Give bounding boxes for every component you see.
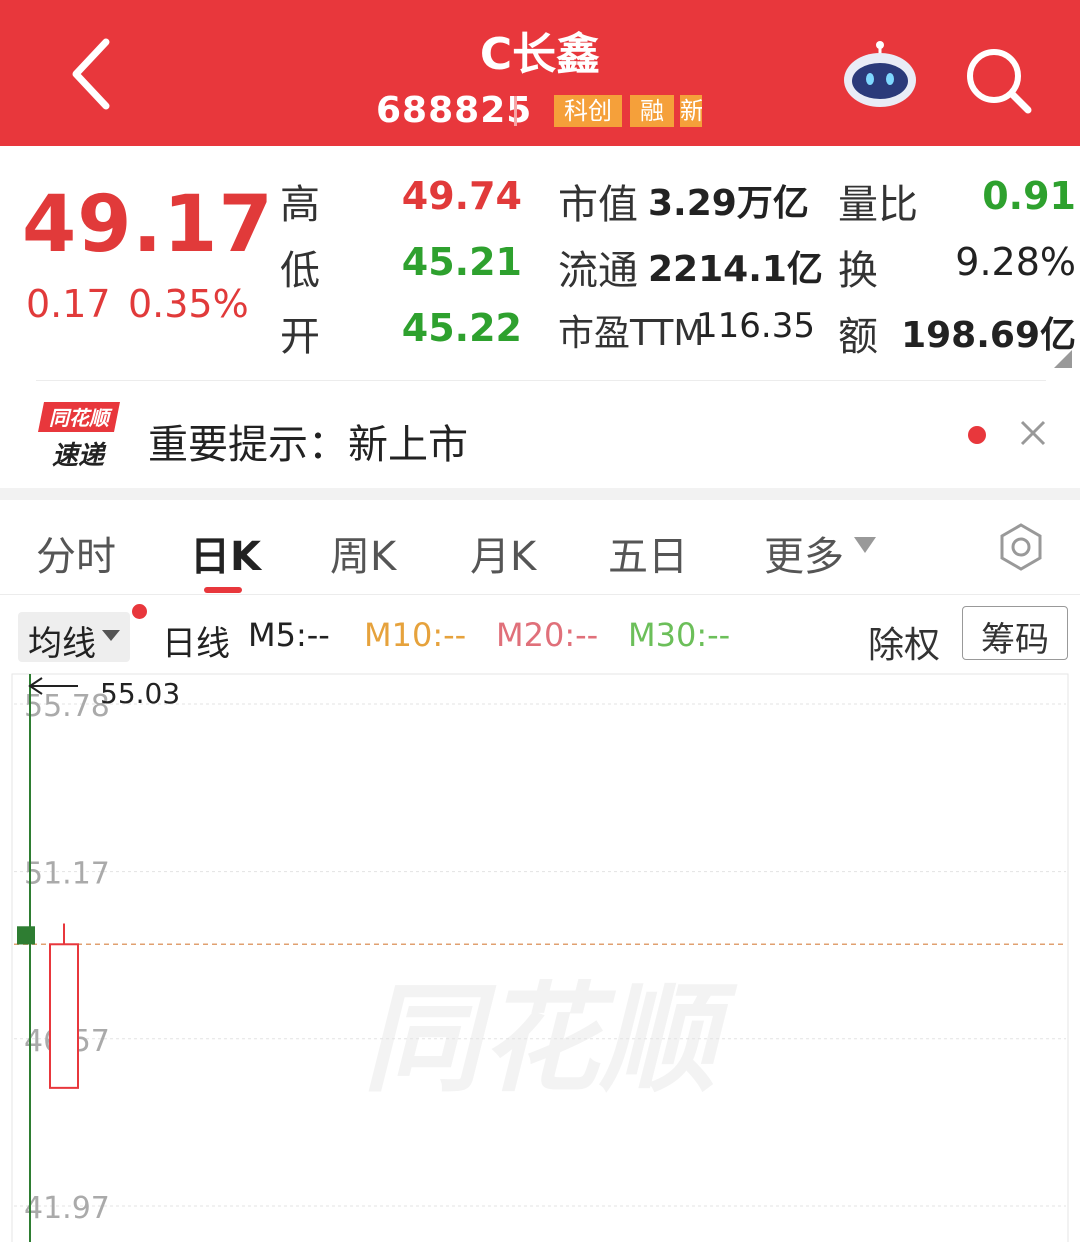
- svg-text:同花顺: 同花顺: [49, 406, 113, 430]
- value-open: 45.22: [401, 306, 522, 350]
- label-float-cap: 流通: [558, 248, 638, 294]
- label-low: 低: [280, 248, 320, 294]
- value-float-cap: 2214.1亿: [648, 249, 823, 290]
- label-high: 高: [280, 182, 320, 228]
- y-tick-label: 51.17: [24, 857, 110, 892]
- tag-new: 新: [680, 95, 702, 127]
- stock-code: 688825: [376, 90, 533, 131]
- ma30-value: M30:--: [628, 616, 731, 654]
- tab-monthly-k[interactable]: 月K: [470, 524, 536, 582]
- expand-corner-icon[interactable]: [1054, 350, 1072, 368]
- candle-body: [49, 943, 79, 1089]
- price-change-percent: 0.35%: [128, 282, 249, 326]
- current-price: 49.17: [22, 180, 274, 270]
- notice-text[interactable]: 重要提示：新上市: [148, 412, 468, 470]
- chip-distribution-label: 筹码: [981, 620, 1049, 660]
- tab-intraday[interactable]: 分时: [36, 524, 116, 582]
- label-market-cap: 市值: [558, 182, 638, 228]
- value-turnover: 9.28%: [955, 240, 1076, 284]
- tag-margin: 融: [630, 95, 674, 127]
- unread-dot: [132, 604, 147, 619]
- divider: [0, 594, 1080, 595]
- value-low: 45.21: [401, 240, 522, 284]
- label-open: 开: [280, 314, 320, 360]
- tab-more[interactable]: 更多: [764, 524, 844, 582]
- value-pe-ttm: 116.35: [696, 306, 815, 346]
- tab-weekly-k[interactable]: 周K: [330, 524, 396, 582]
- ma20-value: M20:--: [496, 616, 599, 654]
- section-gap: [0, 488, 1080, 500]
- tab-five-day[interactable]: 五日: [608, 524, 688, 582]
- close-icon[interactable]: [1016, 416, 1050, 450]
- y-tick-label: 55.78: [24, 689, 110, 724]
- value-market-cap: 3.29万亿: [648, 183, 809, 224]
- unread-dot: [968, 426, 986, 444]
- tab-daily-k[interactable]: 日K: [190, 524, 261, 582]
- value-amount: 198.69亿: [901, 315, 1076, 356]
- svg-text:速递: 速递: [52, 441, 107, 470]
- tag-star-market: 科创: [554, 95, 622, 127]
- candle-body: [17, 926, 35, 945]
- ex-rights-button[interactable]: 除权: [868, 616, 940, 668]
- label-amount: 额: [838, 314, 878, 360]
- settings-hexagon-icon[interactable]: [996, 522, 1046, 572]
- active-tab-indicator: [204, 587, 242, 593]
- ths-express-logo: 同花顺 速递: [38, 402, 120, 470]
- y-tick-label: 41.97: [24, 1191, 110, 1226]
- value-high: 49.74: [401, 174, 522, 218]
- ma10-value: M10:--: [364, 616, 467, 654]
- caret-down-icon: [854, 537, 876, 553]
- search-icon[interactable]: [962, 44, 1034, 116]
- label-turnover: 换: [838, 248, 878, 294]
- ma5-value: M5:--: [248, 616, 330, 654]
- chart-frame: [11, 673, 1069, 1242]
- value-volume-ratio: 0.91: [982, 174, 1076, 218]
- period-label: 日线: [162, 624, 230, 664]
- label-pe-ttm: 市盈TTM: [558, 313, 705, 354]
- max-price-label: 55.03: [100, 677, 180, 710]
- label-volume-ratio: 量比: [838, 182, 918, 228]
- caret-down-icon: [102, 630, 120, 641]
- robot-assistant-icon[interactable]: [838, 40, 922, 110]
- kline-chart[interactable]: 同花顺 55.7851.1746.5741.97 55.03: [0, 670, 1080, 1242]
- price-change: 0.17: [26, 282, 111, 326]
- code-separator: [514, 96, 517, 126]
- divider: [36, 380, 1046, 381]
- indicator-selector-label: 均线: [28, 624, 96, 664]
